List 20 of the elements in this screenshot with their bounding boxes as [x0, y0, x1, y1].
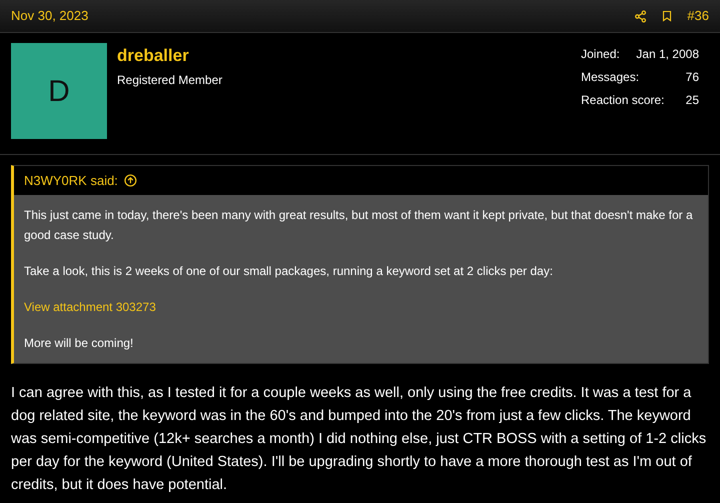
- avatar[interactable]: D: [11, 43, 107, 139]
- attachment-link[interactable]: View attachment 303273: [24, 297, 156, 317]
- stat-label: Reaction score:: [581, 92, 664, 109]
- stat-value: 76: [686, 69, 699, 86]
- quote-paragraph: This just came in today, there's been many with great results, but most of them want it kept private, but that doesn't make for a good case study.: [24, 207, 694, 244]
- stat-value: 25: [686, 92, 699, 109]
- stat-label: Joined:: [581, 46, 620, 63]
- bookmark-icon[interactable]: [661, 9, 674, 23]
- user-title: Registered Member: [117, 72, 222, 88]
- quote-paragraph: More will be coming!: [24, 335, 134, 352]
- share-icon[interactable]: [634, 10, 648, 22]
- quote-author[interactable]: N3WY0RK said:: [24, 170, 118, 190]
- post-number[interactable]: #36: [687, 6, 709, 26]
- arrow-up-circle-icon[interactable]: [124, 174, 137, 187]
- post-text: I can agree with this, as I tested it for a couple weeks as well, only using the free credits. It was a test for a dog related site, the keyword was in the 60's and bumped into the 20's from just a few clicks. The keyword was semi-competitive (12k+ searches a month) I did nothing else, just CTR BOSS with a setting of 1-2 clicks per day for the keyword (United States). I'll be upgrading shortly to have a more thorough test as I'm out of credits, but it does have potential.: [11, 384, 708, 495]
- stat-value: Jan 1, 2008: [636, 46, 699, 63]
- stat-label: Messages:: [581, 69, 640, 86]
- username[interactable]: dreballer: [117, 43, 222, 68]
- quote-paragraph: Take a look, this is 2 weeks of one of our small packages, running a keyword set at 2 clicks per day:: [24, 263, 554, 280]
- post-date[interactable]: Nov 30, 2023: [11, 6, 88, 26]
